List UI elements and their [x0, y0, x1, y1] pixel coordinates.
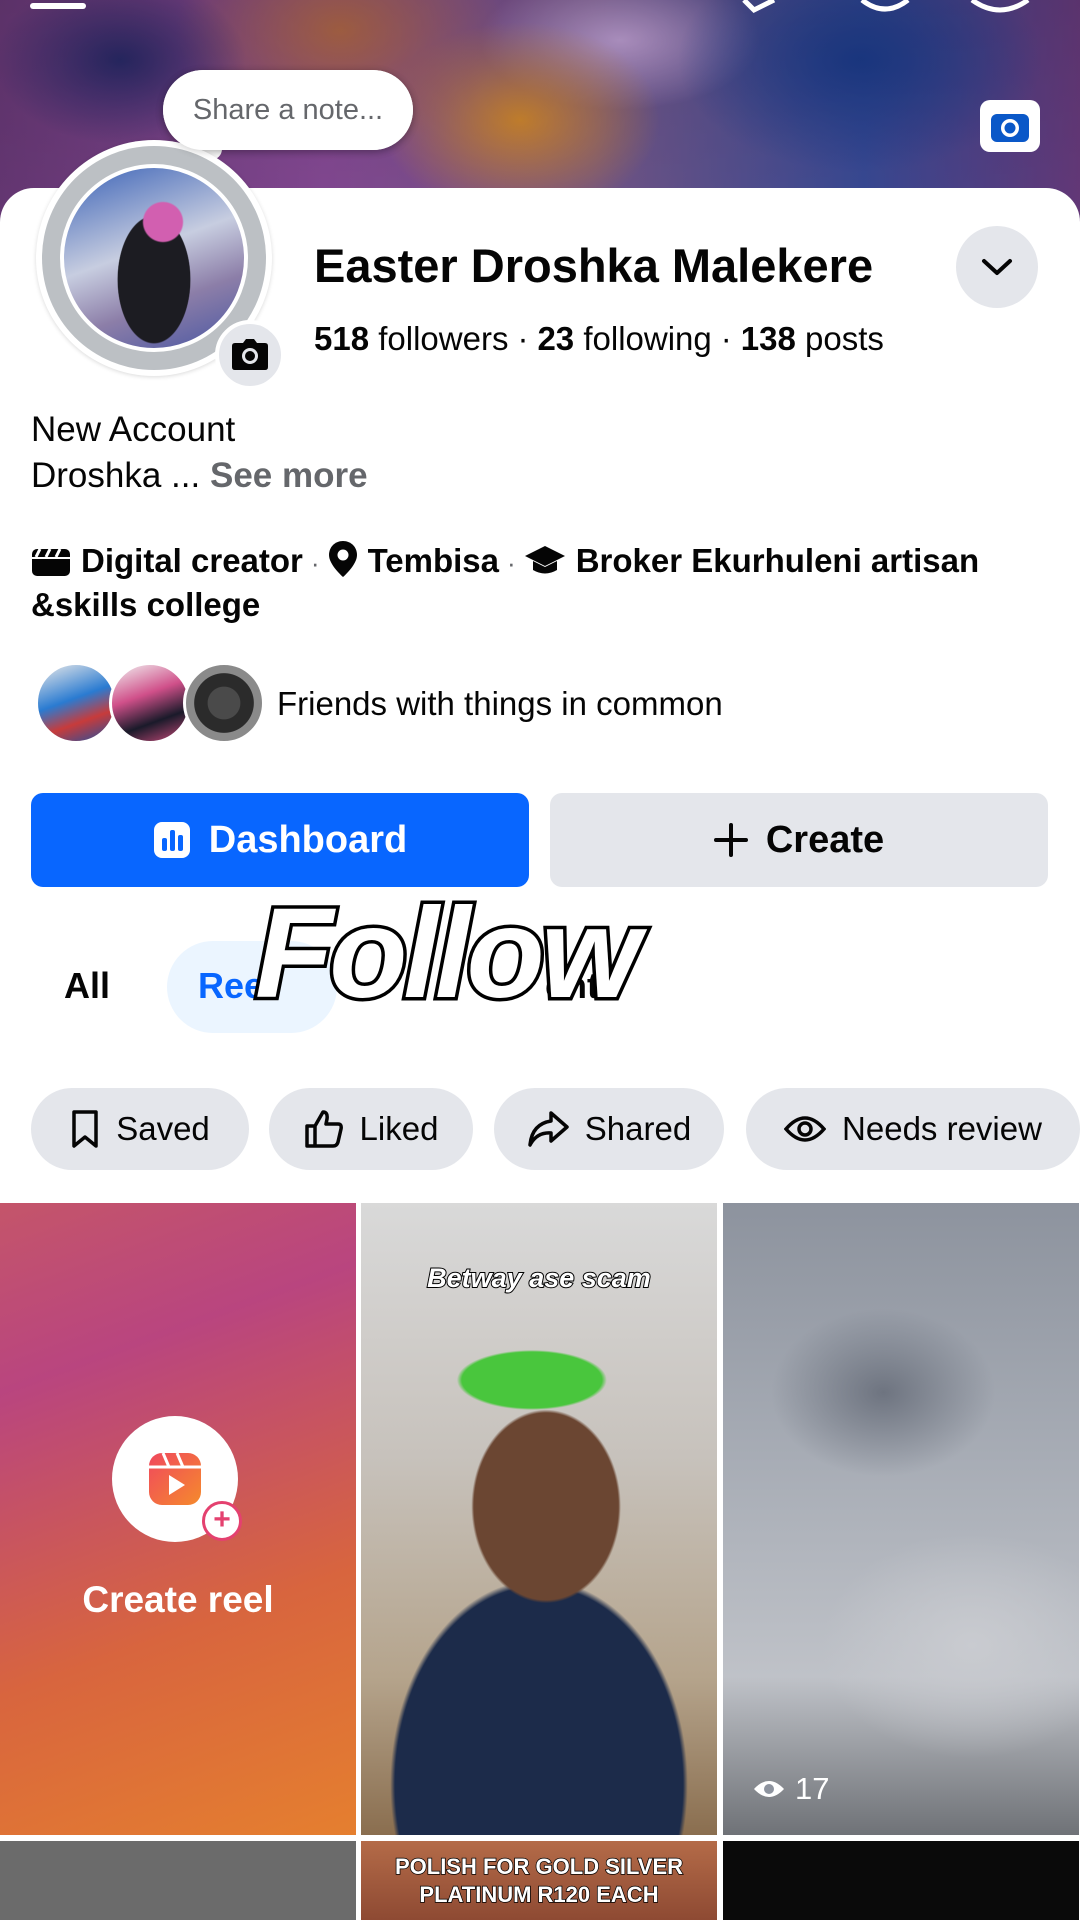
category-text: Digital creator: [81, 542, 303, 579]
filter-chip-shared[interactable]: Shared: [494, 1088, 724, 1170]
reel-thumbnail[interactable]: POLISH FOR GOLD SILVER PLATINUM R120 EAC…: [361, 1841, 717, 1920]
messenger-icon[interactable]: [970, 0, 1030, 19]
detail-separator: ·: [507, 548, 516, 578]
detail-separator: ·: [310, 548, 320, 578]
profile-options-button[interactable]: [956, 226, 1038, 308]
friend-avatar[interactable]: [35, 662, 117, 744]
dashboard-label: Dashboard: [208, 818, 408, 861]
chip-label: Saved: [116, 1110, 210, 1147]
posts-count[interactable]: 138: [741, 320, 796, 357]
clapperboard-icon: [32, 548, 70, 576]
chip-label: Needs review: [842, 1110, 1042, 1147]
share-note-bubble-overlay[interactable]: Share a note...: [163, 70, 413, 150]
avatar-camera-button[interactable]: [215, 320, 285, 390]
profile-name: Easter Droshka Malekere: [314, 239, 874, 292]
bio-line-1: New Account: [31, 410, 236, 449]
reel-caption-line: PLATINUM R120 EACH: [419, 1881, 660, 1908]
profile-stats: 518 followers · 23 following · 138 posts: [314, 320, 884, 358]
reel-thumbnail[interactable]: Betway ase scam: [361, 1203, 717, 1835]
filter-chip-saved[interactable]: Saved: [31, 1088, 249, 1170]
camera-icon: [232, 339, 268, 370]
view-count-number: 17: [795, 1771, 830, 1806]
tab-all[interactable]: All: [64, 965, 110, 1007]
bookmark-icon: [72, 1110, 98, 1148]
menu-icon[interactable]: [30, 0, 86, 18]
reel-caption: POLISH FOR GOLD SILVER PLATINUM R120 EAC…: [361, 1853, 717, 1909]
add-reel-plus-icon: +: [202, 1501, 242, 1541]
share-icon: [528, 1111, 569, 1147]
reels-icon: [149, 1452, 201, 1505]
bio-line-2: Droshka ... See more: [31, 456, 368, 496]
following-count[interactable]: 23: [537, 320, 574, 357]
following-label[interactable]: following: [583, 320, 711, 357]
thumbs-up-icon: [304, 1110, 343, 1148]
friend-avatar[interactable]: [109, 662, 191, 744]
cover-camera-button[interactable]: [980, 100, 1040, 152]
dashboard-icon: [153, 822, 190, 858]
follow-overlay-text: Follow: [251, 879, 643, 1029]
camera-icon: [991, 114, 1029, 142]
edit-icon[interactable]: [740, 0, 780, 19]
posts-label[interactable]: posts: [805, 320, 884, 357]
view-count: 17: [753, 1771, 829, 1807]
chip-label: Liked: [359, 1110, 439, 1147]
reel-thumbnail[interactable]: [723, 1841, 1079, 1920]
eye-icon: [784, 1116, 827, 1142]
stats-separator: ·: [517, 320, 529, 357]
create-label: Create: [765, 818, 885, 861]
followers-label[interactable]: followers: [378, 320, 508, 357]
see-more-link[interactable]: See more: [210, 456, 368, 495]
reel-caption-line: POLISH FOR GOLD SILVER: [394, 1853, 684, 1880]
eye-icon: [754, 1781, 784, 1797]
create-reel-label: Create reel: [82, 1579, 274, 1620]
friends-in-common[interactable]: Friends with things in common: [277, 685, 723, 723]
reel-caption: Betway ase scam: [426, 1262, 652, 1294]
plus-icon: [713, 823, 748, 857]
create-reel-tile[interactable]: + Create reel: [0, 1203, 356, 1835]
graduation-cap-icon: [524, 546, 565, 574]
search-icon[interactable]: [860, 0, 910, 19]
location-text: Tembisa: [367, 542, 500, 579]
chip-label: Shared: [584, 1110, 692, 1147]
filter-chip-needs-review[interactable]: Needs review: [746, 1088, 1080, 1170]
friend-avatar[interactable]: [183, 662, 265, 744]
dashboard-button[interactable]: Dashboard: [31, 793, 529, 887]
share-note-placeholder-text: Share a note...: [192, 93, 384, 126]
location-pin-icon: [328, 541, 357, 577]
reel-thumbnail[interactable]: [0, 1841, 356, 1920]
profile-avatar[interactable]: [60, 164, 248, 352]
stats-separator: ·: [720, 320, 732, 357]
filter-chip-liked[interactable]: Liked: [269, 1088, 473, 1170]
profile-details: Digital creator · Tembisa · Broker Ekurhul…: [31, 540, 1051, 626]
create-button[interactable]: Create: [550, 793, 1048, 887]
chevron-down-icon: [982, 259, 1012, 275]
followers-count[interactable]: 518: [314, 320, 369, 357]
reel-thumbnail[interactable]: 17: [723, 1203, 1079, 1835]
bio-text: Droshka ...: [31, 456, 201, 495]
